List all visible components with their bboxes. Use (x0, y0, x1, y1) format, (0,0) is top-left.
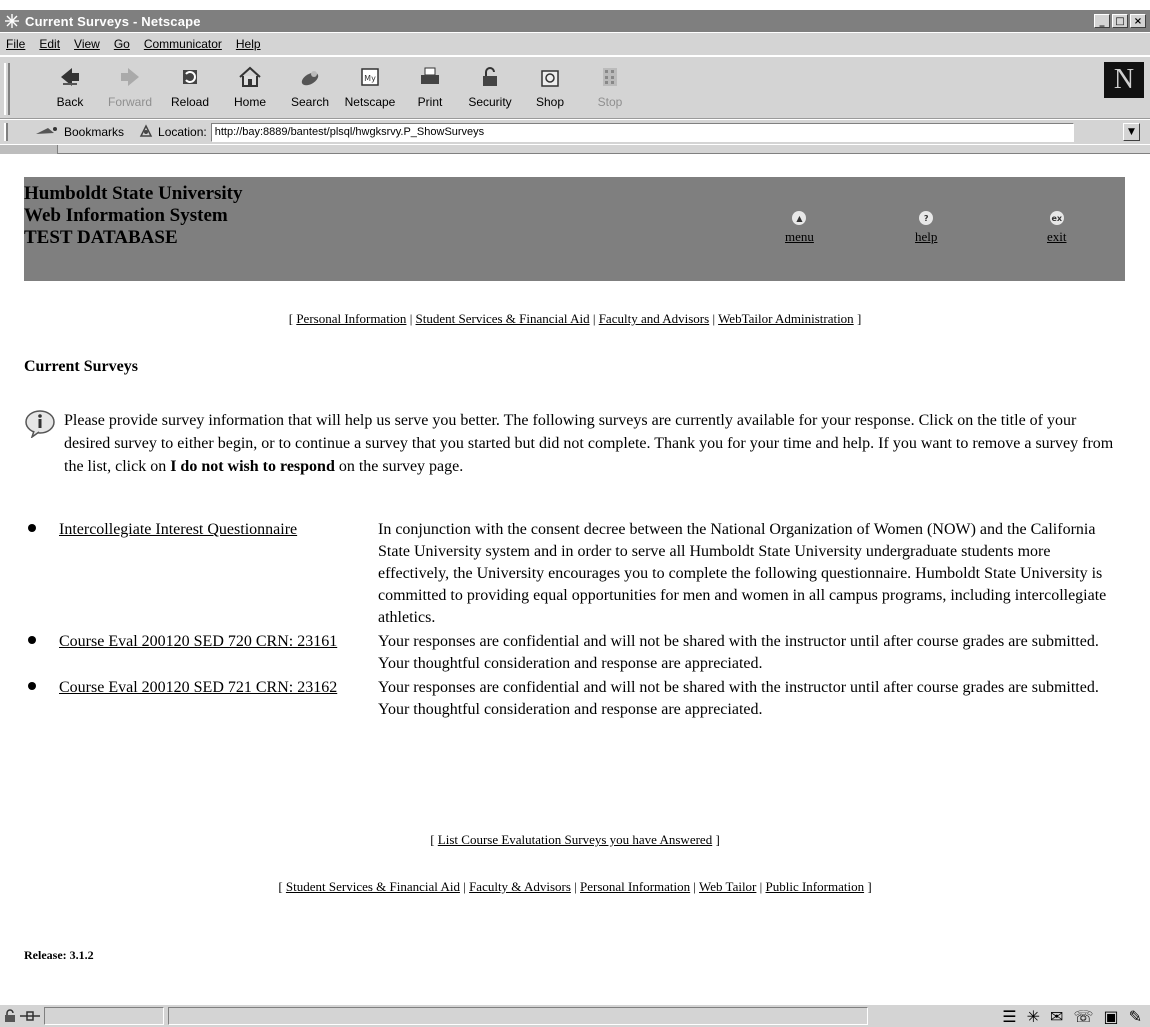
maximize-button[interactable]: □ (1112, 14, 1128, 28)
bullet-icon (24, 631, 59, 675)
netscape-app-icon (3, 12, 21, 30)
release-version: Release: 3.1.2 (24, 948, 94, 962)
netscape-button[interactable]: My Netscape (340, 63, 400, 109)
browser-window: Current Surveys - Netscape _ □ × File Ed… (0, 0, 1150, 1027)
minimize-button[interactable]: _ (1094, 14, 1110, 28)
shop-button[interactable]: Shop (520, 63, 580, 109)
menu-view[interactable]: View (67, 37, 107, 51)
page-title: Current Surveys (24, 358, 138, 375)
survey-description: Your responses are confidential and will… (378, 679, 1099, 718)
help-icon: ? (919, 211, 934, 225)
location-label: Location: (138, 123, 207, 141)
menu-bar: File Edit View Go Communicator Help (0, 33, 1150, 55)
location-grip[interactable] (4, 123, 8, 141)
discussions-icon[interactable]: ☏ (1073, 1007, 1093, 1026)
home-button[interactable]: Home (220, 63, 280, 109)
reload-button[interactable]: Reload (160, 63, 220, 109)
forward-button[interactable]: Forward (100, 63, 160, 109)
page-content: Humboldt State University Web Informatio… (0, 155, 1150, 1001)
bottom-navigation: [ Student Services & Financial Aid | Fac… (278, 879, 872, 894)
footer-student-services[interactable]: Student Services & Financial Aid (286, 879, 460, 894)
svg-text:My: My (364, 74, 376, 83)
menu-help[interactable]: Help (229, 37, 268, 51)
footer-personal-information[interactable]: Personal Information (580, 879, 690, 894)
stop-icon (596, 63, 624, 91)
info-icon (24, 410, 64, 478)
info-message: Please provide survey information that w… (24, 409, 1124, 478)
connection-icon (20, 1008, 40, 1024)
shop-icon (536, 63, 564, 91)
survey-row: Intercollegiate Interest Questionnaire I… (24, 519, 1124, 629)
edit-icon[interactable]: ✎ (1129, 1007, 1142, 1026)
mail-icon[interactable]: ✉ (1050, 1007, 1063, 1026)
nav-webtailor-admin[interactable]: WebTailor Administration (718, 311, 854, 326)
survey-description: In conjunction with the consent decree b… (378, 521, 1107, 626)
nav-student-services[interactable]: Student Services & Financial Aid (416, 311, 590, 326)
answered-surveys-nav: [ List Course Evalutation Surveys you ha… (430, 832, 720, 847)
component-bar-icon[interactable]: ☰ (1002, 1007, 1016, 1026)
back-button[interactable]: Back (40, 63, 100, 109)
answered-surveys-link[interactable]: List Course Evalutation Surveys you have… (438, 832, 712, 847)
status-message-field (168, 1007, 868, 1025)
menu-communicator[interactable]: Communicator (137, 37, 229, 51)
print-button[interactable]: Print (400, 63, 460, 109)
security-lock-icon[interactable] (0, 1008, 20, 1024)
menu-go[interactable]: Go (107, 37, 137, 51)
footer-web-tailor[interactable]: Web Tailor (699, 879, 756, 894)
bullet-icon (24, 677, 59, 721)
composer-icon[interactable]: ▣ (1103, 1007, 1118, 1026)
survey-list: Intercollegiate Interest Questionnaire I… (24, 519, 1124, 722)
security-button[interactable]: Security (460, 63, 520, 109)
menu-edit[interactable]: Edit (32, 37, 67, 51)
navigation-toolbar: Back Forward Reload Home Search My Netsc… (0, 56, 1150, 119)
toolbar-grip[interactable] (4, 63, 10, 115)
bullet-icon (24, 519, 59, 629)
exit-icon: ex (1049, 211, 1064, 225)
close-button[interactable]: × (1130, 14, 1146, 28)
survey-link[interactable]: Course Eval 200120 SED 720 CRN: 23161 (59, 633, 337, 650)
url-input[interactable]: http://bay:8889/bantest/plsql/hwgksrvy.P… (210, 122, 1074, 142)
page-proxy-icon[interactable] (138, 123, 154, 141)
footer-faculty-advisors[interactable]: Faculty & Advisors (469, 879, 571, 894)
window-title: Current Surveys - Netscape (25, 13, 201, 29)
status-bar: ☰ ✳ ✉ ☏ ▣ ✎ (0, 1004, 1150, 1027)
location-bar: Bookmarks Location: http://bay:8889/bant… (0, 120, 1150, 144)
menu-file[interactable]: File (0, 37, 32, 51)
survey-link[interactable]: Intercollegiate Interest Questionnaire (59, 521, 297, 538)
info-text-bold: I do not wish to respond (170, 458, 335, 475)
footer-public-information[interactable]: Public Information (766, 879, 865, 894)
exit-link[interactable]: ex exit (1047, 211, 1067, 245)
site-header: Humboldt State University Web Informatio… (24, 177, 1125, 281)
survey-row: Course Eval 200120 SED 720 CRN: 23161 Yo… (24, 631, 1124, 675)
netscape-icon: My (356, 63, 384, 91)
menu-icon: ▲ (792, 211, 807, 225)
survey-row: Course Eval 200120 SED 721 CRN: 23162 Yo… (24, 677, 1124, 721)
bookmarks-button[interactable]: Bookmarks (34, 124, 124, 141)
forward-icon (116, 63, 144, 91)
back-icon (56, 63, 84, 91)
collapsed-toolbar-tab[interactable] (0, 145, 1150, 154)
site-title: Humboldt State University Web Informatio… (24, 183, 243, 248)
nav-personal-information[interactable]: Personal Information (296, 311, 406, 326)
print-icon (416, 63, 444, 91)
url-dropdown-button[interactable]: ▼ (1123, 123, 1140, 141)
navigator-icon[interactable]: ✳ (1027, 1007, 1040, 1026)
top-navigation: [ Personal Information | Student Service… (288, 311, 862, 326)
search-icon (296, 63, 324, 91)
reload-icon (176, 63, 204, 91)
help-link[interactable]: ? help (915, 211, 937, 245)
netscape-logo[interactable]: N (1104, 62, 1144, 98)
title-bar: Current Surveys - Netscape _ □ × (0, 10, 1150, 32)
bookmarks-icon (34, 124, 60, 141)
progress-field (44, 1007, 164, 1025)
survey-description: Your responses are confidential and will… (378, 633, 1099, 672)
stop-button[interactable]: Stop (580, 63, 640, 109)
search-button[interactable]: Search (280, 63, 340, 109)
nav-faculty-advisors[interactable]: Faculty and Advisors (599, 311, 710, 326)
survey-link[interactable]: Course Eval 200120 SED 721 CRN: 23162 (59, 679, 337, 696)
menu-link[interactable]: ▲ menu (785, 211, 814, 245)
home-icon (236, 63, 264, 91)
security-icon (476, 63, 504, 91)
